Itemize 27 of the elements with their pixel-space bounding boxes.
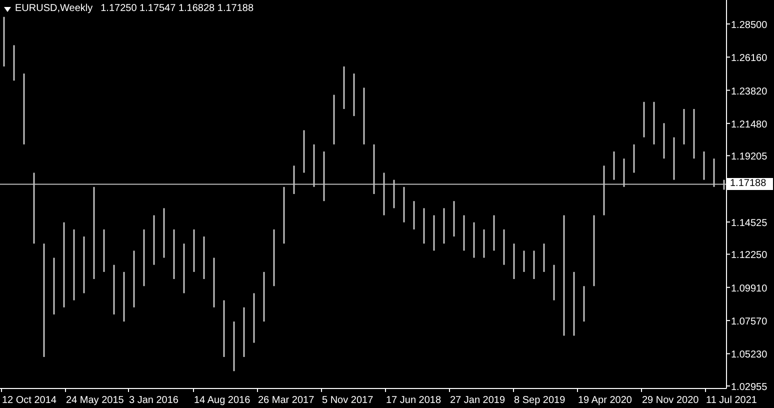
price-tick-label: 1.05230 [731,350,768,361]
ohlc-values: 1.17250 1.17547 1.16828 1.17188 [100,2,254,16]
date-tick-label: 3 Jan 2016 [129,395,178,406]
price-tick-label: 1.07570 [731,316,768,328]
price-tick-label: 1.23820 [731,86,768,98]
symbol-timeframe: EURUSD,Weekly [15,2,93,16]
price-tick-label: 1.19205 [731,152,768,163]
date-tick-label: 14 Aug 2016 [194,395,250,406]
dropdown-triangle-icon[interactable] [4,6,11,12]
date-tick-label: 8 Sep 2019 [514,395,566,406]
date-tick-label: 17 Jun 2018 [386,395,442,406]
date-tick-label: 5 Nov 2017 [322,395,374,406]
price-label: 1.17188 [727,178,773,190]
date-tick-label: 19 Apr 2020 [578,395,632,406]
date-tick-label: 26 Mar 2017 [258,395,314,406]
price-tick-label: 1.21480 [731,119,768,130]
date-tick-label: 29 Nov 2020 [642,395,699,406]
price-tick-label: 1.09910 [731,283,768,294]
price-tick-label: 1.14525 [731,218,768,229]
price-tick-label: 1.26160 [731,53,768,64]
date-tick-label: 12 Oct 2014 [2,395,56,406]
price-tick-label: 1.02955 [731,382,768,393]
price-tick-label: 1.12250 [731,250,768,262]
date-tick-label: 11 Jul 2021 [706,395,757,406]
date-tick-label: 24 May 2015 [66,395,124,406]
date-tick-label: 27 Jan 2019 [450,395,506,406]
price-tick-label: 1.28500 [731,20,768,31]
